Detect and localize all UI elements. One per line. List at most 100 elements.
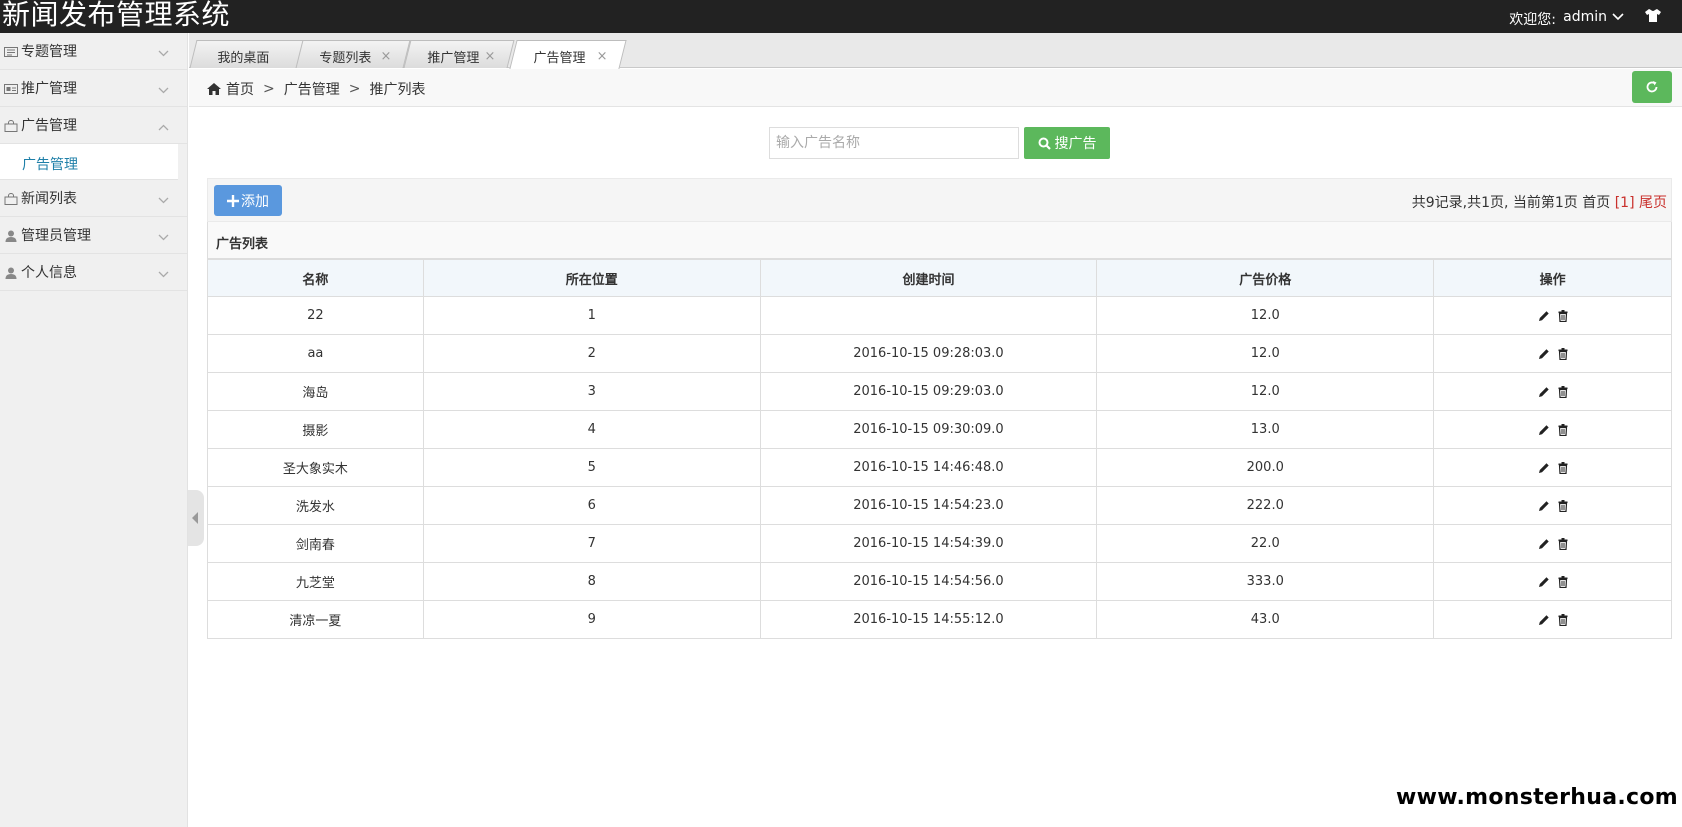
welcome-text: 欢迎您: — [1509, 12, 1556, 28]
refresh-icon — [1646, 81, 1658, 93]
refresh-button[interactable] — [1632, 71, 1672, 103]
breadcrumb-level1[interactable]: 广告管理 — [284, 79, 340, 99]
close-icon[interactable]: × — [380, 49, 391, 64]
search-button[interactable]: 搜广告 — [1024, 127, 1110, 159]
column-header: 操作 — [1433, 259, 1672, 297]
tab[interactable]: 推广管理 × — [403, 40, 515, 68]
user-menu[interactable]: admin — [1563, 9, 1624, 25]
search-input[interactable] — [769, 127, 1019, 159]
table-cell: 43.0 — [1096, 600, 1435, 639]
sidebar-item[interactable]: 专题管理 — [0, 33, 187, 70]
row-actions — [1433, 562, 1672, 601]
sidebar-item[interactable]: 新闻列表 — [0, 180, 187, 217]
table-cell: 2016-10-15 14:54:56.0 — [759, 562, 1098, 601]
edit-icon[interactable] — [1538, 386, 1550, 398]
edit-icon[interactable] — [1538, 500, 1550, 512]
sidebar-subitem-label: 广告管理 — [22, 157, 78, 173]
chevron-up-icon — [158, 124, 169, 131]
trash-icon[interactable] — [1558, 499, 1568, 512]
pagination: 共9记录,共1页, 当前第1页 首页 [1] 尾页 — [1412, 192, 1667, 212]
table-cell: 摄影 — [207, 410, 424, 449]
edit-icon[interactable] — [1538, 462, 1550, 474]
table-cell: 12.0 — [1096, 372, 1435, 411]
user-icon — [4, 267, 18, 279]
trash-icon[interactable] — [1558, 575, 1568, 588]
edit-icon[interactable] — [1538, 538, 1550, 550]
chevron-down-icon — [158, 234, 169, 241]
tab[interactable]: 我的桌面 — [189, 40, 305, 68]
column-header: 广告价格 — [1096, 259, 1435, 297]
sidebar-subitem[interactable]: 广告管理 — [0, 144, 178, 180]
pager-last-link[interactable]: 尾页 — [1639, 195, 1667, 211]
newspaper-icon — [4, 46, 18, 58]
sidebar-item-chevron — [158, 193, 169, 208]
row-actions — [1433, 448, 1672, 487]
sidebar-item-chevron — [158, 267, 169, 282]
trash-icon[interactable] — [1558, 613, 1568, 626]
table-cell: 海岛 — [207, 372, 424, 411]
pager-current-page[interactable]: [1] — [1615, 195, 1635, 211]
sidebar-item[interactable]: 个人信息 — [0, 254, 187, 291]
breadcrumb-level2: 推广列表 — [369, 82, 426, 98]
add-button[interactable]: 添加 — [214, 185, 282, 216]
row-actions — [1433, 486, 1672, 525]
sidebar-item-chevron — [158, 83, 169, 98]
app-title: 新闻发布管理系统 — [2, 0, 231, 31]
edit-icon[interactable] — [1538, 424, 1550, 436]
breadcrumb-home[interactable]: 首页 — [226, 79, 254, 99]
close-icon[interactable]: × — [597, 49, 608, 64]
tab[interactable]: 专题列表 × — [295, 40, 411, 68]
trash-icon[interactable] — [1558, 385, 1568, 398]
table-header-row: 名称 所在位置 创建时间 广告价格 操作 — [207, 259, 1672, 297]
trash-icon[interactable] — [1558, 309, 1568, 322]
sidebar-collapse-handle[interactable] — [188, 490, 204, 546]
tab-label: 推广管理 — [427, 51, 480, 66]
row-actions — [1433, 410, 1672, 449]
row-actions — [1433, 334, 1672, 373]
tab-label: 专题列表 — [319, 51, 372, 66]
tab[interactable]: 广告管理 × — [509, 40, 627, 69]
theme-shirt-icon[interactable] — [1644, 8, 1662, 23]
chevron-down-icon — [158, 50, 169, 57]
tab-label: 我的桌面 — [217, 51, 270, 66]
trash-icon[interactable] — [1558, 423, 1568, 436]
sidebar-item[interactable]: 推广管理 — [0, 70, 187, 107]
table-cell: 9 — [422, 600, 761, 639]
edit-icon[interactable] — [1538, 614, 1550, 626]
table-cell: 清凉一夏 — [207, 600, 424, 639]
table-row: 剑南春 7 2016-10-15 14:54:39.0 22.0 — [207, 524, 1672, 563]
chevron-down-icon — [1612, 13, 1624, 21]
table-cell: 九芝堂 — [207, 562, 424, 601]
user-icon — [4, 230, 18, 242]
sidebar-item-chevron — [158, 230, 169, 245]
sidebar-item[interactable]: 广告管理 — [0, 107, 187, 144]
edit-icon[interactable] — [1538, 348, 1550, 360]
table-row: 清凉一夏 9 2016-10-15 14:55:12.0 43.0 — [207, 600, 1672, 639]
table-cell: 剑南春 — [207, 524, 424, 563]
row-actions — [1433, 600, 1672, 639]
trash-icon[interactable] — [1558, 347, 1568, 360]
table-row: 海岛 3 2016-10-15 09:29:03.0 12.0 — [207, 372, 1672, 411]
edit-icon[interactable] — [1538, 576, 1550, 588]
table-row: 摄影 4 2016-10-15 09:30:09.0 13.0 — [207, 410, 1672, 449]
trash-icon[interactable] — [1558, 461, 1568, 474]
top-header: 新闻发布管理系统 欢迎您: admin — [0, 0, 1682, 33]
breadcrumb-separator: > — [263, 81, 275, 97]
home-icon — [207, 83, 221, 95]
edit-icon[interactable] — [1538, 310, 1550, 322]
table-cell: 5 — [422, 448, 761, 487]
close-icon[interactable]: × — [484, 49, 495, 64]
sidebar-item[interactable]: 管理员管理 — [0, 217, 187, 254]
trash-icon[interactable] — [1558, 537, 1568, 550]
breadcrumb-separator: > — [348, 81, 361, 97]
chevron-down-icon — [158, 197, 169, 204]
table-cell: 222.0 — [1096, 486, 1435, 525]
sidebar-item-chevron — [158, 120, 169, 135]
chevron-down-icon — [158, 87, 169, 94]
table-row: 洗发水 6 2016-10-15 14:54:23.0 222.0 — [207, 486, 1672, 525]
table-row: 22 1 12.0 — [207, 296, 1672, 335]
breadcrumb-bar: 首页 > 广告管理 > 推广列表 — [189, 69, 1682, 107]
table-cell: 2016-10-15 14:46:48.0 — [759, 448, 1098, 487]
tab-bar: 我的桌面 专题列表 × 推广管理 × 广告管理 × — [189, 33, 1682, 69]
add-button-label: 添加 — [241, 193, 269, 210]
